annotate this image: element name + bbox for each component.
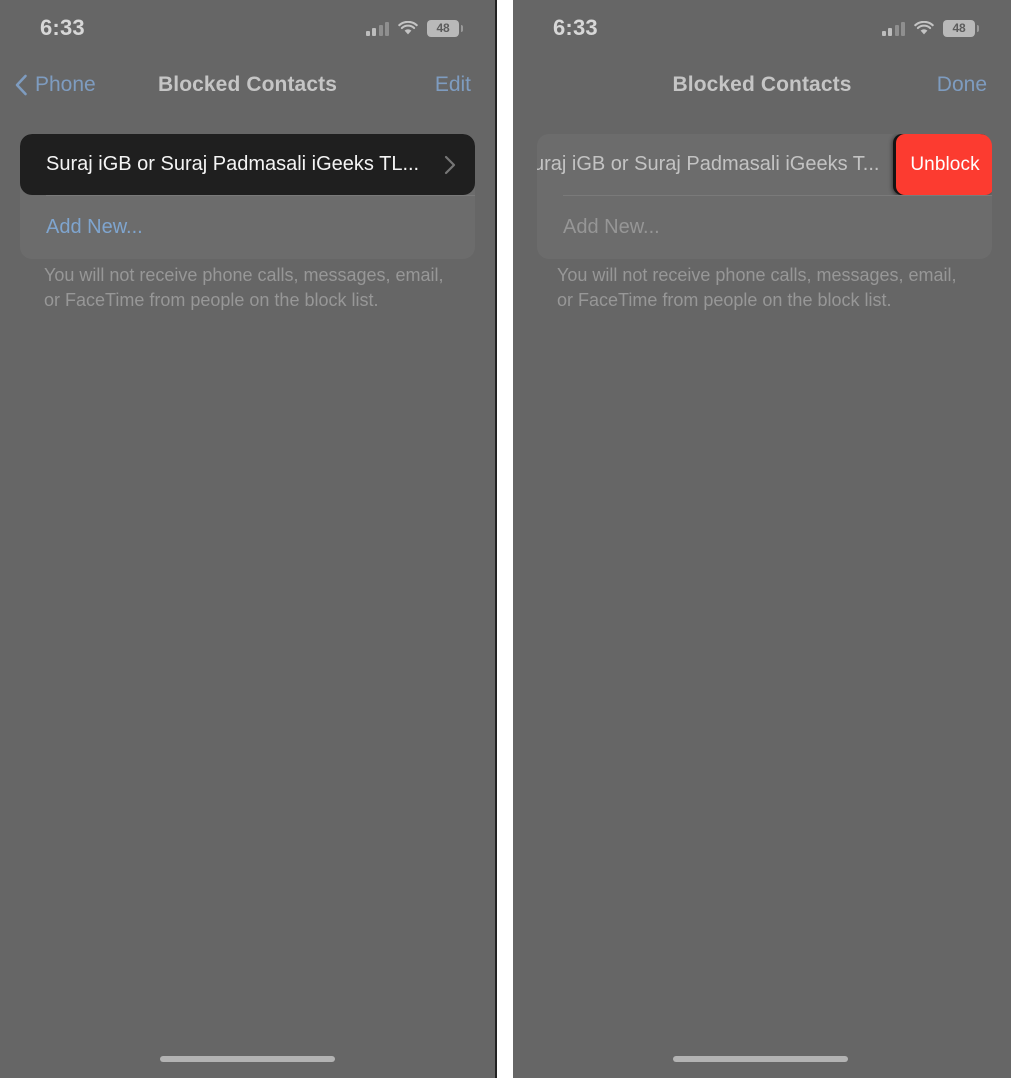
battery-level: 48: [952, 21, 966, 35]
navigation-bar: Phone Blocked Contacts Edit: [0, 64, 495, 106]
status-bar: 6:33 48: [0, 0, 495, 56]
add-new-label: Add New...: [563, 216, 660, 238]
status-bar: 6:33 48: [513, 0, 1011, 56]
phone-screen-right: 6:33 48 Blocked Contacts Done uraj iGB o…: [513, 0, 1011, 1078]
screenshot-stage: 6:33 48 Phone Blocked Contacts Edit Sura…: [0, 0, 1011, 1078]
home-indicator[interactable]: [673, 1056, 848, 1062]
status-clock: 6:33: [553, 15, 598, 40]
wifi-icon: [398, 20, 418, 36]
panel-divider: [497, 0, 513, 1078]
blocked-contacts-list: Suraj iGB or Suraj Padmasali iGeeks TL..…: [20, 134, 475, 259]
blocked-contact-row-swiped[interactable]: uraj iGB or Suraj Padmasali iGeeks T... …: [537, 134, 992, 195]
edit-button[interactable]: Edit: [435, 73, 471, 97]
blocked-contact-name: uraj iGB or Suraj Padmasali iGeeks T...: [537, 153, 880, 175]
unblock-button[interactable]: Unblock: [896, 134, 992, 195]
back-button-phone[interactable]: Phone: [14, 73, 96, 97]
wifi-icon: [914, 20, 934, 36]
chevron-left-icon: [14, 74, 28, 96]
blocked-contact-name: Suraj iGB or Suraj Padmasali iGeeks TL..…: [46, 153, 420, 175]
navigation-bar: Blocked Contacts Done: [513, 64, 1011, 106]
chevron-right-icon: [443, 155, 457, 175]
battery-icon: 48: [427, 19, 463, 37]
blocklist-footnote: You will not receive phone calls, messag…: [44, 265, 444, 310]
battery-icon: 48: [943, 19, 979, 37]
blocked-contacts-list: uraj iGB or Suraj Padmasali iGeeks T... …: [537, 134, 992, 259]
battery-level: 48: [436, 21, 450, 35]
blocked-contact-row[interactable]: Suraj iGB or Suraj Padmasali iGeeks TL..…: [20, 134, 475, 195]
cellular-signal-icon: [881, 21, 905, 36]
status-indicators: 48: [881, 19, 979, 37]
status-clock: 6:33: [40, 15, 85, 40]
add-new-row[interactable]: Add New...: [20, 196, 475, 259]
done-button[interactable]: Done: [937, 73, 987, 97]
cellular-signal-icon: [365, 21, 389, 36]
blocklist-footnote: You will not receive phone calls, messag…: [557, 265, 957, 310]
add-new-label: Add New...: [46, 216, 143, 238]
unblock-button-label: Unblock: [910, 153, 980, 175]
back-button-label: Phone: [35, 73, 96, 96]
swipe-content: uraj iGB or Suraj Padmasali iGeeks T...: [537, 134, 937, 195]
home-indicator[interactable]: [160, 1056, 335, 1062]
add-new-row[interactable]: Add New...: [537, 196, 992, 259]
status-indicators: 48: [365, 19, 463, 37]
phone-screen-left: 6:33 48 Phone Blocked Contacts Edit Sura…: [0, 0, 497, 1078]
